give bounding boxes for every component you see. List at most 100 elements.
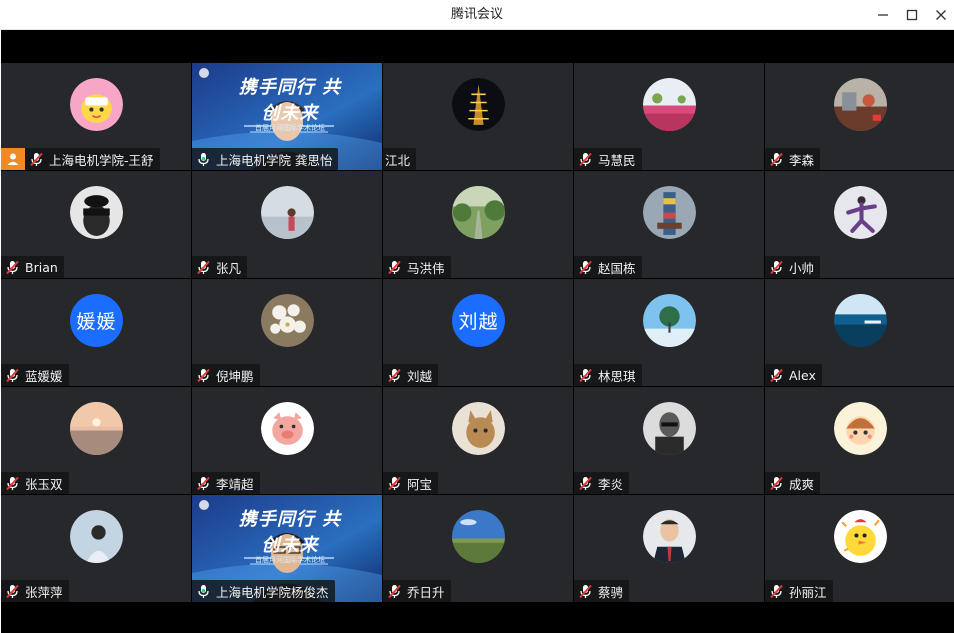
mic-muted-icon xyxy=(196,368,210,382)
avatar xyxy=(70,510,123,563)
participant-tile[interactable]: 赵国栋 xyxy=(574,171,764,278)
participant-tile[interactable]: 携手同行 共创未来 首届月河国际学术论坛上海电机学院杨俊杰 xyxy=(192,495,382,602)
banner-subtitle: 首届月河国际学术论坛 xyxy=(255,124,325,132)
host-badge xyxy=(1,148,25,170)
avatar xyxy=(643,510,696,563)
minimize-button[interactable] xyxy=(873,5,893,25)
participant-tile[interactable]: 张凡 xyxy=(192,171,382,278)
avatar xyxy=(834,402,887,455)
participant-name: 上海电机学院-王舒 xyxy=(49,152,154,168)
avatar xyxy=(452,78,505,131)
mic-muted-icon xyxy=(769,152,783,166)
participant-tile[interactable]: 马慧民 xyxy=(574,63,764,170)
participant-tile[interactable]: 李靖超 xyxy=(192,387,382,494)
avatar-image xyxy=(643,510,696,563)
name-bar: 张凡 xyxy=(192,256,248,278)
mic-muted-icon xyxy=(5,476,19,490)
avatar-image xyxy=(834,510,887,563)
mic-muted-icon xyxy=(769,476,783,490)
participant-tile[interactable]: 携手同行 共创未来 首届月河国际学术论坛 上海电机学院 龚思怡 xyxy=(192,63,382,170)
avatar-image xyxy=(643,294,696,347)
avatar xyxy=(834,510,887,563)
participant-tile[interactable]: Alex xyxy=(765,279,954,386)
mic-muted-icon xyxy=(769,584,783,598)
close-button[interactable] xyxy=(931,5,951,25)
participant-tile[interactable]: 上海电机学院-王舒 xyxy=(1,63,191,170)
name-bar: 孙丽江 xyxy=(765,580,833,602)
participant-name: 倪坤鹏 xyxy=(216,368,254,384)
avatar: 刘越 xyxy=(452,294,505,347)
avatar xyxy=(261,186,314,239)
participant-name: 马洪伟 xyxy=(407,260,445,276)
avatar xyxy=(452,402,505,455)
avatar-image xyxy=(643,186,696,239)
participant-name: Alex xyxy=(789,367,816,383)
avatar xyxy=(643,78,696,131)
avatar: 媛媛 xyxy=(70,294,123,347)
participant-name: 李森 xyxy=(789,152,815,168)
name-bar: 张萍萍 xyxy=(1,580,69,602)
participant-name: Brian xyxy=(25,259,58,275)
avatar-image xyxy=(70,510,123,563)
name-bar: 李森 xyxy=(765,148,821,170)
participant-name: 张萍萍 xyxy=(25,584,63,600)
name-bar: 蓝媛媛 xyxy=(1,364,69,386)
participant-tile[interactable]: 刘越 刘越 xyxy=(383,279,573,386)
name-bar: 上海电机学院杨俊杰 xyxy=(192,580,335,602)
participant-tile[interactable]: 小帅 xyxy=(765,171,954,278)
participant-tile[interactable]: 李炎 xyxy=(574,387,764,494)
participant-name: 张玉双 xyxy=(25,476,63,492)
participant-tile[interactable]: 乔日升 xyxy=(383,495,573,602)
participant-name: 小帅 xyxy=(789,260,815,276)
avatar xyxy=(261,402,314,455)
participant-grid: 上海电机学院-王舒 携手同行 共创未来 首届月河国际学术论坛 上海电机学院 龚思怡江… xyxy=(1,63,954,603)
avatar xyxy=(643,294,696,347)
participant-tile[interactable]: 江北 xyxy=(383,63,573,170)
participant-tile[interactable]: 李森 xyxy=(765,63,954,170)
participant-tile[interactable]: Brian xyxy=(1,171,191,278)
participant-name: 李炎 xyxy=(598,476,624,492)
name-bar: 上海电机学院-王舒 xyxy=(25,148,160,170)
name-bar: 倪坤鹏 xyxy=(192,364,260,386)
avatar xyxy=(643,186,696,239)
participant-tile[interactable]: 成爽 xyxy=(765,387,954,494)
participant-tile[interactable]: 倪坤鹏 xyxy=(192,279,382,386)
mic-on-icon xyxy=(197,584,209,598)
avatar-image xyxy=(834,78,887,131)
banner-title: 携手同行 共创未来 xyxy=(238,509,342,556)
participant-name: 李靖超 xyxy=(216,476,254,492)
avatar xyxy=(452,186,505,239)
participant-name: 乔日升 xyxy=(407,584,445,600)
participant-tile[interactable]: 马洪伟 xyxy=(383,171,573,278)
avatar xyxy=(261,294,314,347)
avatar-image xyxy=(834,186,887,239)
name-bar: 成爽 xyxy=(765,472,821,494)
mic-muted-icon xyxy=(387,584,401,598)
mic-muted-icon xyxy=(387,260,401,274)
mic-muted-icon xyxy=(196,260,210,274)
avatar-image xyxy=(70,186,123,239)
participant-tile[interactable]: 林思琪 xyxy=(574,279,764,386)
banner-subtitle: 首届月河国际学术论坛 xyxy=(255,556,325,564)
participant-tile[interactable]: 张玉双 xyxy=(1,387,191,494)
mic-muted-icon xyxy=(196,476,210,490)
participant-tile[interactable]: 蔡骋 xyxy=(574,495,764,602)
mic-muted-icon xyxy=(578,368,592,382)
participant-tile[interactable]: 阿宝 xyxy=(383,387,573,494)
window-titlebar: 腾讯会议 xyxy=(0,0,954,30)
participant-tile[interactable]: 孙丽江 xyxy=(765,495,954,602)
name-bar: 江北 xyxy=(383,148,417,170)
mic-muted-icon xyxy=(578,476,592,490)
participant-name: 蔡骋 xyxy=(598,584,624,600)
participant-tile[interactable]: 张萍萍 xyxy=(1,495,191,602)
participant-name: 林思琪 xyxy=(598,368,636,384)
participant-tile[interactable]: 媛媛 蓝媛媛 xyxy=(1,279,191,386)
maximize-button[interactable] xyxy=(902,5,922,25)
avatar-image xyxy=(643,78,696,131)
mic-muted-icon xyxy=(387,368,401,382)
name-bar: 赵国栋 xyxy=(574,256,642,278)
name-bar: 蔡骋 xyxy=(574,580,630,602)
avatar xyxy=(452,510,505,563)
mic-muted-icon xyxy=(578,584,592,598)
avatar-image xyxy=(70,402,123,455)
